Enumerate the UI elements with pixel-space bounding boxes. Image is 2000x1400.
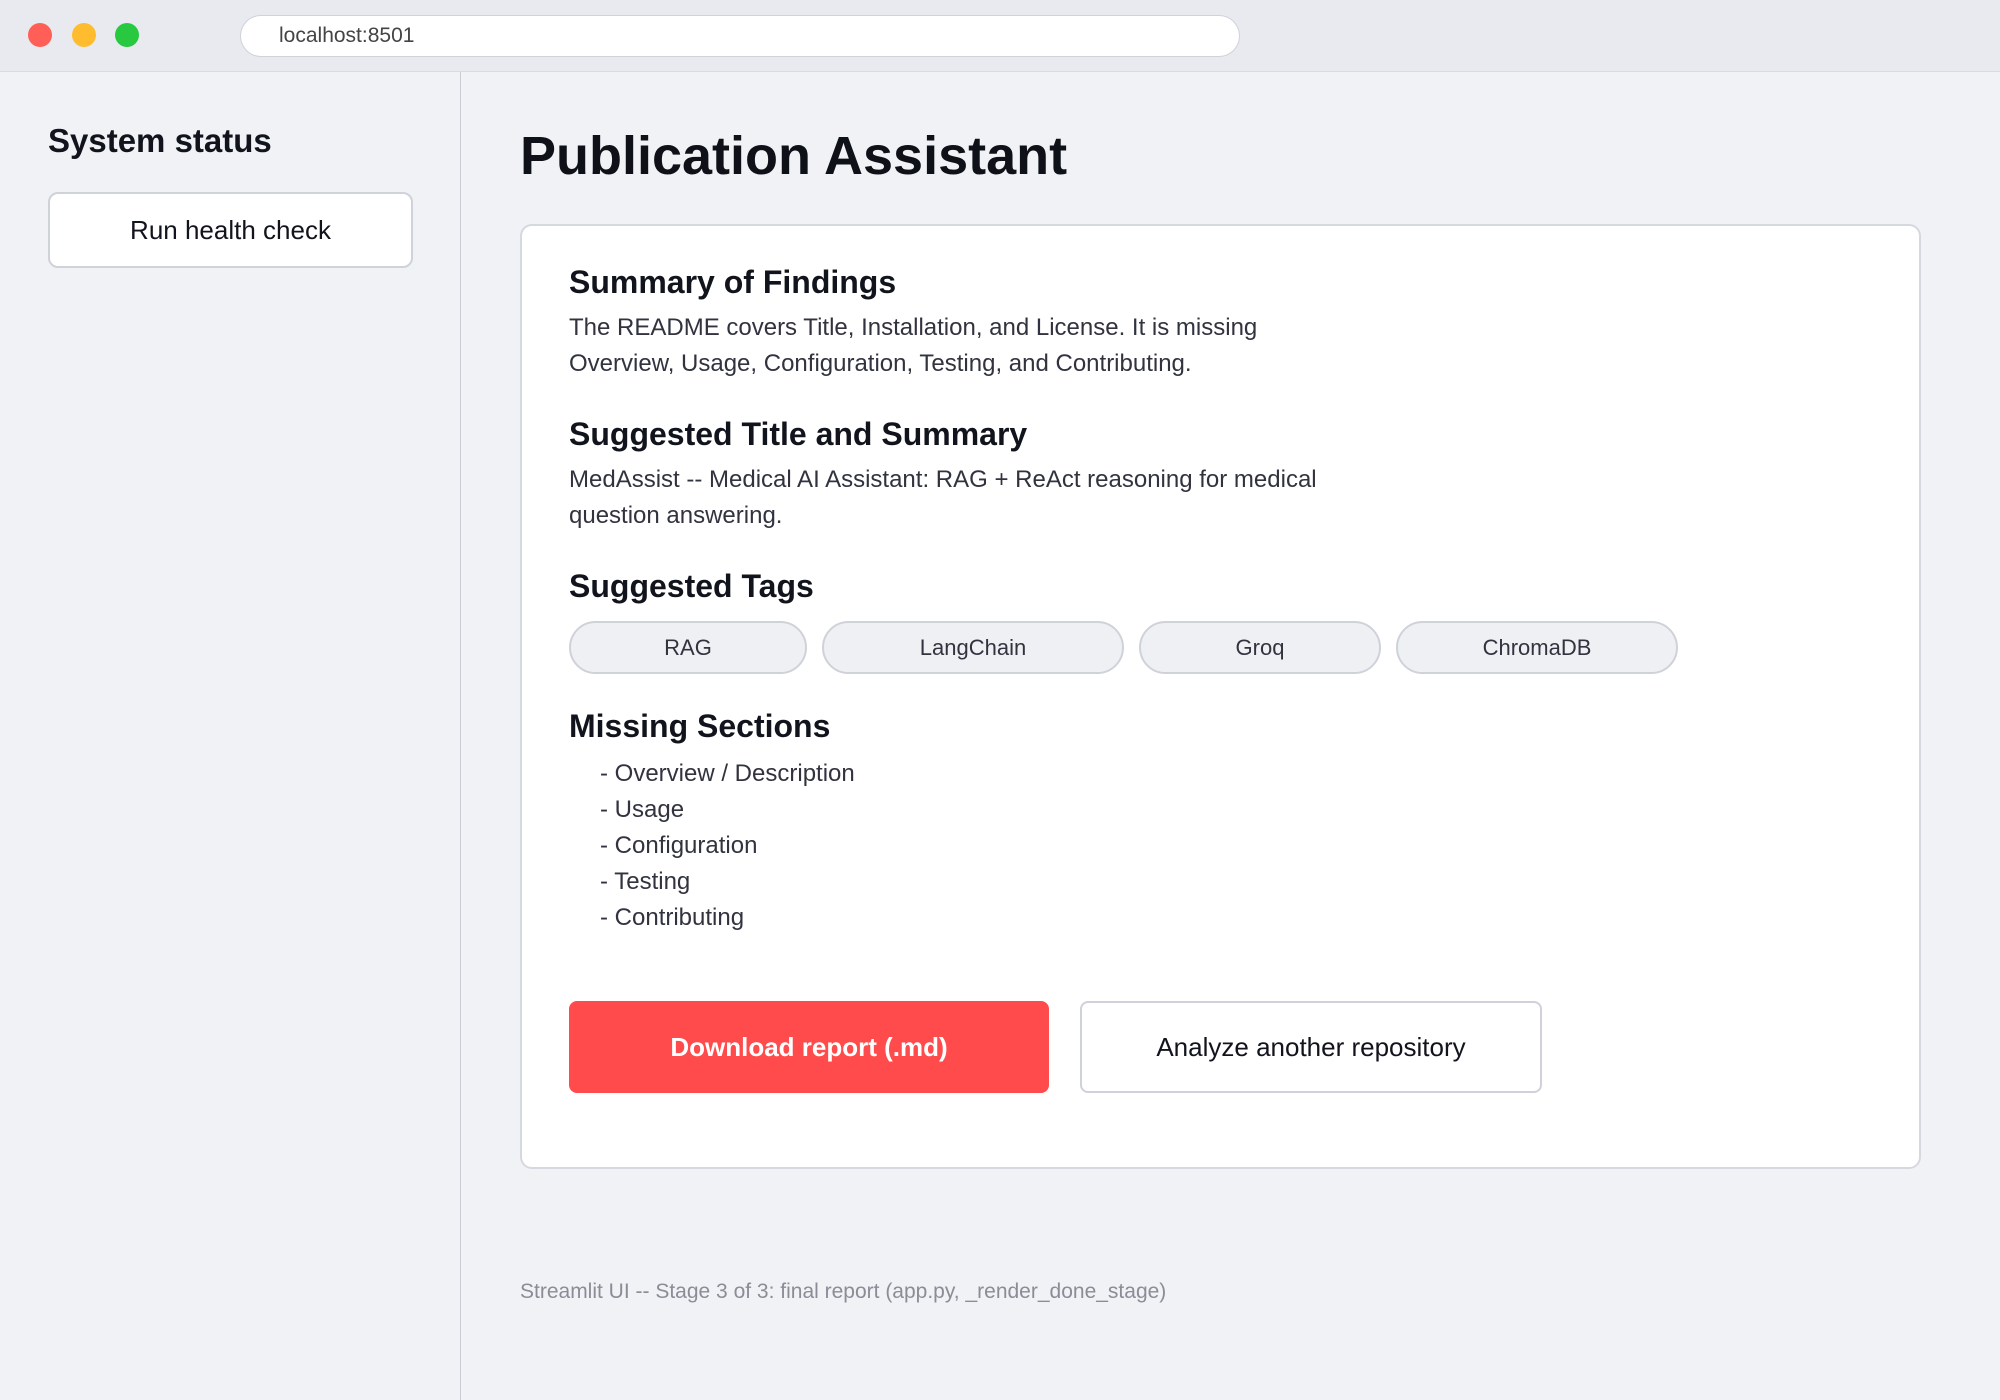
suggested-title-text: MedAssist -- Medical AI Assistant: RAG +… (569, 466, 1317, 529)
analyze-another-repository-button[interactable]: Analyze another repository (1080, 1001, 1542, 1093)
list-item: - Contributing (600, 904, 745, 931)
tag-chip[interactable]: ChromaDB (1396, 621, 1678, 674)
list-item: - Testing (600, 868, 691, 895)
list-item: - Usage (600, 796, 685, 823)
tag-chip[interactable]: Groq (1139, 621, 1381, 674)
report-card: Summary of Findings The README covers Ti… (520, 224, 1921, 1169)
tags-heading: Suggested Tags (569, 568, 814, 604)
footer-note: Streamlit UI -- Stage 3 of 3: final repo… (520, 1280, 1167, 1303)
tag-chip[interactable]: LangChain (822, 621, 1124, 674)
address-bar[interactable]: localhost:8501 (240, 15, 1240, 57)
missing-sections-list: - Overview / Description - Usage - Confi… (600, 756, 855, 936)
sidebar-title: System status (48, 122, 272, 159)
page-title: Publication Assistant (520, 126, 1068, 186)
missing-sections-heading: Missing Sections (569, 708, 831, 744)
browser-toolbar: localhost:8501 (0, 0, 2000, 72)
suggested-title-heading: Suggested Title and Summary (569, 416, 1028, 452)
window-maximize-icon[interactable] (115, 23, 139, 47)
list-item: - Overview / Description (600, 760, 855, 787)
download-report-button[interactable]: Download report (.md) (569, 1001, 1049, 1093)
tag-list: RAG LangChain Groq ChromaDB (569, 621, 1678, 674)
summary-heading: Summary of Findings (569, 264, 897, 300)
sidebar: System status Run health check (0, 72, 461, 1400)
run-health-check-button[interactable]: Run health check (48, 192, 413, 268)
window-minimize-icon[interactable] (72, 23, 96, 47)
tag-chip[interactable]: RAG (569, 621, 807, 674)
list-item: - Configuration (600, 832, 758, 859)
window-close-icon[interactable] (28, 23, 52, 47)
summary-text: The README covers Title, Installation, a… (569, 314, 1258, 377)
